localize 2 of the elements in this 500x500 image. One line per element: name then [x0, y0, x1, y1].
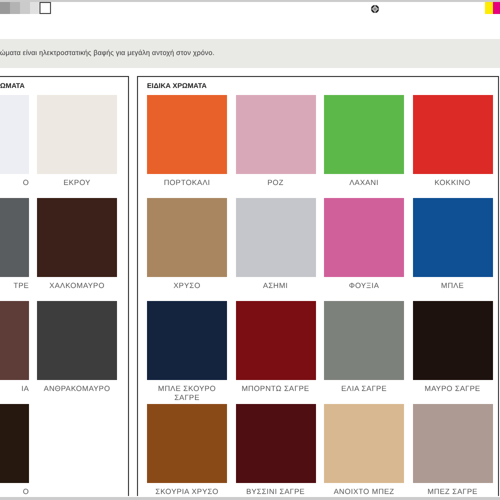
- registration-mark-icon: [371, 5, 379, 13]
- color-bar-drawing: [485, 2, 500, 14]
